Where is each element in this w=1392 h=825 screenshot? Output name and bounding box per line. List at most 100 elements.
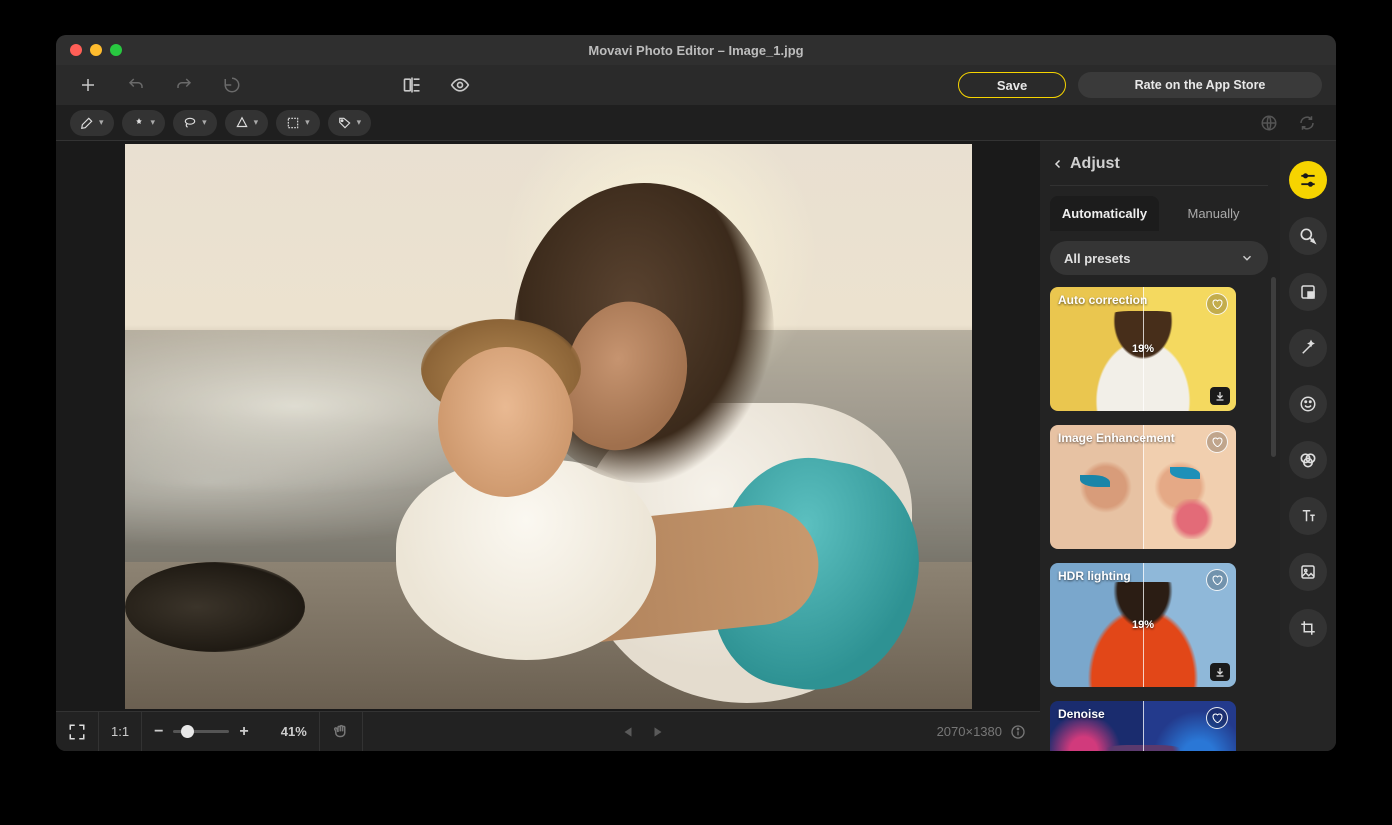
actual-size-button[interactable]: 1:1 <box>99 712 142 751</box>
tab-auto-label: Automatically <box>1062 206 1147 221</box>
preset-auto-correction[interactable]: Auto correction 19% <box>1050 287 1236 411</box>
brush-tool[interactable]: ▾ <box>70 110 114 136</box>
panel-title-label: Adjust <box>1070 155 1120 173</box>
zoom-control: − + 41% <box>142 712 320 751</box>
chevron-down-icon: ▾ <box>99 117 104 128</box>
lasso-tool[interactable]: ▾ <box>173 110 217 136</box>
polygon-tool[interactable]: ▾ <box>225 110 269 136</box>
panel-back[interactable]: Adjust <box>1050 151 1268 186</box>
zoom-slider[interactable] <box>173 730 229 733</box>
image-dimensions: 2070×1380 <box>937 724 1002 739</box>
favorite-button[interactable] <box>1206 707 1228 729</box>
chevron-down-icon: ▾ <box>305 117 310 128</box>
marquee-tool[interactable]: ▾ <box>276 110 320 136</box>
chevron-down-icon: ▾ <box>357 117 362 128</box>
zoom-percent-label: 41% <box>281 724 307 739</box>
window-title: Movavi Photo Editor – Image_1.jpg <box>56 43 1336 58</box>
crop-tool-button[interactable] <box>1289 609 1327 647</box>
insert-image-button[interactable] <box>1289 553 1327 591</box>
effects-tool-button[interactable] <box>1289 329 1327 367</box>
save-button-label: Save <box>997 78 1027 93</box>
compare-split-button[interactable] <box>394 67 430 103</box>
canvas-viewport[interactable] <box>56 141 1040 711</box>
presets-dropdown-label: All presets <box>1064 251 1130 266</box>
scrollbar[interactable] <box>1271 277 1276 457</box>
tab-manual-label: Manually <box>1187 206 1239 221</box>
chevron-down-icon: ▾ <box>151 117 156 128</box>
preset-image-enhancement[interactable]: Image Enhancement <box>1050 425 1236 549</box>
pin-icon <box>132 116 146 130</box>
top-toolbar: Save Rate on the App Store <box>56 65 1336 105</box>
presets-dropdown[interactable]: All presets <box>1050 241 1268 275</box>
lasso-icon <box>183 116 197 130</box>
canvas-area: 1:1 − + 41% <box>56 141 1040 751</box>
pin-tool[interactable]: ▾ <box>122 110 166 136</box>
prev-icon[interactable] <box>621 725 635 739</box>
brush-icon <box>80 116 94 130</box>
zoom-in-button[interactable]: + <box>239 723 248 741</box>
favorite-button[interactable] <box>1206 569 1228 591</box>
reset-button[interactable] <box>214 67 250 103</box>
chevron-down-icon: ▾ <box>254 117 259 128</box>
bottom-bar: 1:1 − + 41% <box>56 711 1040 751</box>
background-tool-button[interactable] <box>1289 273 1327 311</box>
sliders-icon <box>1298 170 1318 190</box>
app-window: Movavi Photo Editor – Image_1.jpg Save R… <box>56 35 1336 751</box>
info-icon[interactable] <box>1010 724 1026 740</box>
download-icon[interactable] <box>1210 387 1230 405</box>
chevron-left-icon <box>1052 158 1064 170</box>
color-tool-button[interactable] <box>1289 441 1327 479</box>
right-rail <box>1280 141 1336 751</box>
preview-eye-button[interactable] <box>442 67 478 103</box>
redo-button[interactable] <box>166 67 202 103</box>
add-image-button[interactable] <box>70 67 106 103</box>
pan-tool-button[interactable] <box>320 712 363 751</box>
adjust-tool-button[interactable] <box>1289 161 1327 199</box>
smile-icon <box>1299 395 1317 413</box>
adjust-tabs: Automatically Manually <box>1050 196 1268 231</box>
favorite-button[interactable] <box>1206 293 1228 315</box>
right-panel: Adjust Automatically Manually All preset… <box>1040 141 1336 751</box>
preset-percent: 19% <box>1132 619 1154 631</box>
rate-app-store-button[interactable]: Rate on the App Store <box>1078 72 1322 98</box>
tab-manually[interactable]: Manually <box>1159 196 1268 231</box>
next-icon[interactable] <box>651 725 665 739</box>
image-info: 2070×1380 <box>923 724 1040 740</box>
titlebar: Movavi Photo Editor – Image_1.jpg <box>56 35 1336 65</box>
marquee-icon <box>286 116 300 130</box>
text-tool-button[interactable] <box>1289 497 1327 535</box>
chevron-down-icon <box>1240 251 1254 265</box>
venn-icon <box>1298 450 1318 470</box>
undo-button[interactable] <box>118 67 154 103</box>
preset-label: Denoise <box>1058 707 1105 721</box>
globe-icon <box>1254 108 1284 138</box>
preset-percent: 19% <box>1132 343 1154 355</box>
zoom-slider-thumb[interactable] <box>181 725 194 738</box>
favorite-button[interactable] <box>1206 431 1228 453</box>
preset-label: HDR lighting <box>1058 569 1131 583</box>
target-cursor-icon <box>1298 226 1318 246</box>
fit-screen-button[interactable] <box>56 712 99 751</box>
save-button[interactable]: Save <box>958 72 1066 98</box>
playback-controls <box>363 725 923 739</box>
edited-image <box>125 144 972 709</box>
tab-automatically[interactable]: Automatically <box>1050 196 1159 231</box>
preset-denoise[interactable]: Denoise <box>1050 701 1236 751</box>
main-area: 1:1 − + 41% <box>56 141 1336 751</box>
image-icon <box>1299 563 1317 581</box>
crop-icon <box>1299 619 1317 637</box>
tag-tool[interactable]: ▾ <box>328 110 372 136</box>
panel-content: Adjust Automatically Manually All preset… <box>1040 141 1280 751</box>
preset-label: Auto correction <box>1058 293 1147 307</box>
erase-tool-button[interactable] <box>1289 217 1327 255</box>
tag-icon <box>338 116 352 130</box>
text-icon <box>1299 507 1317 525</box>
zoom-out-button[interactable]: − <box>154 723 163 741</box>
chevron-down-icon: ▾ <box>202 117 207 128</box>
preset-hdr-lighting[interactable]: HDR lighting 19% <box>1050 563 1236 687</box>
polygon-icon <box>235 116 249 130</box>
face-tool-button[interactable] <box>1289 385 1327 423</box>
preset-list[interactable]: Auto correction 19% Image Enhancement <box>1050 287 1268 751</box>
selection-toolbar: ▾ ▾ ▾ ▾ ▾ ▾ <box>56 105 1336 141</box>
download-icon[interactable] <box>1210 663 1230 681</box>
